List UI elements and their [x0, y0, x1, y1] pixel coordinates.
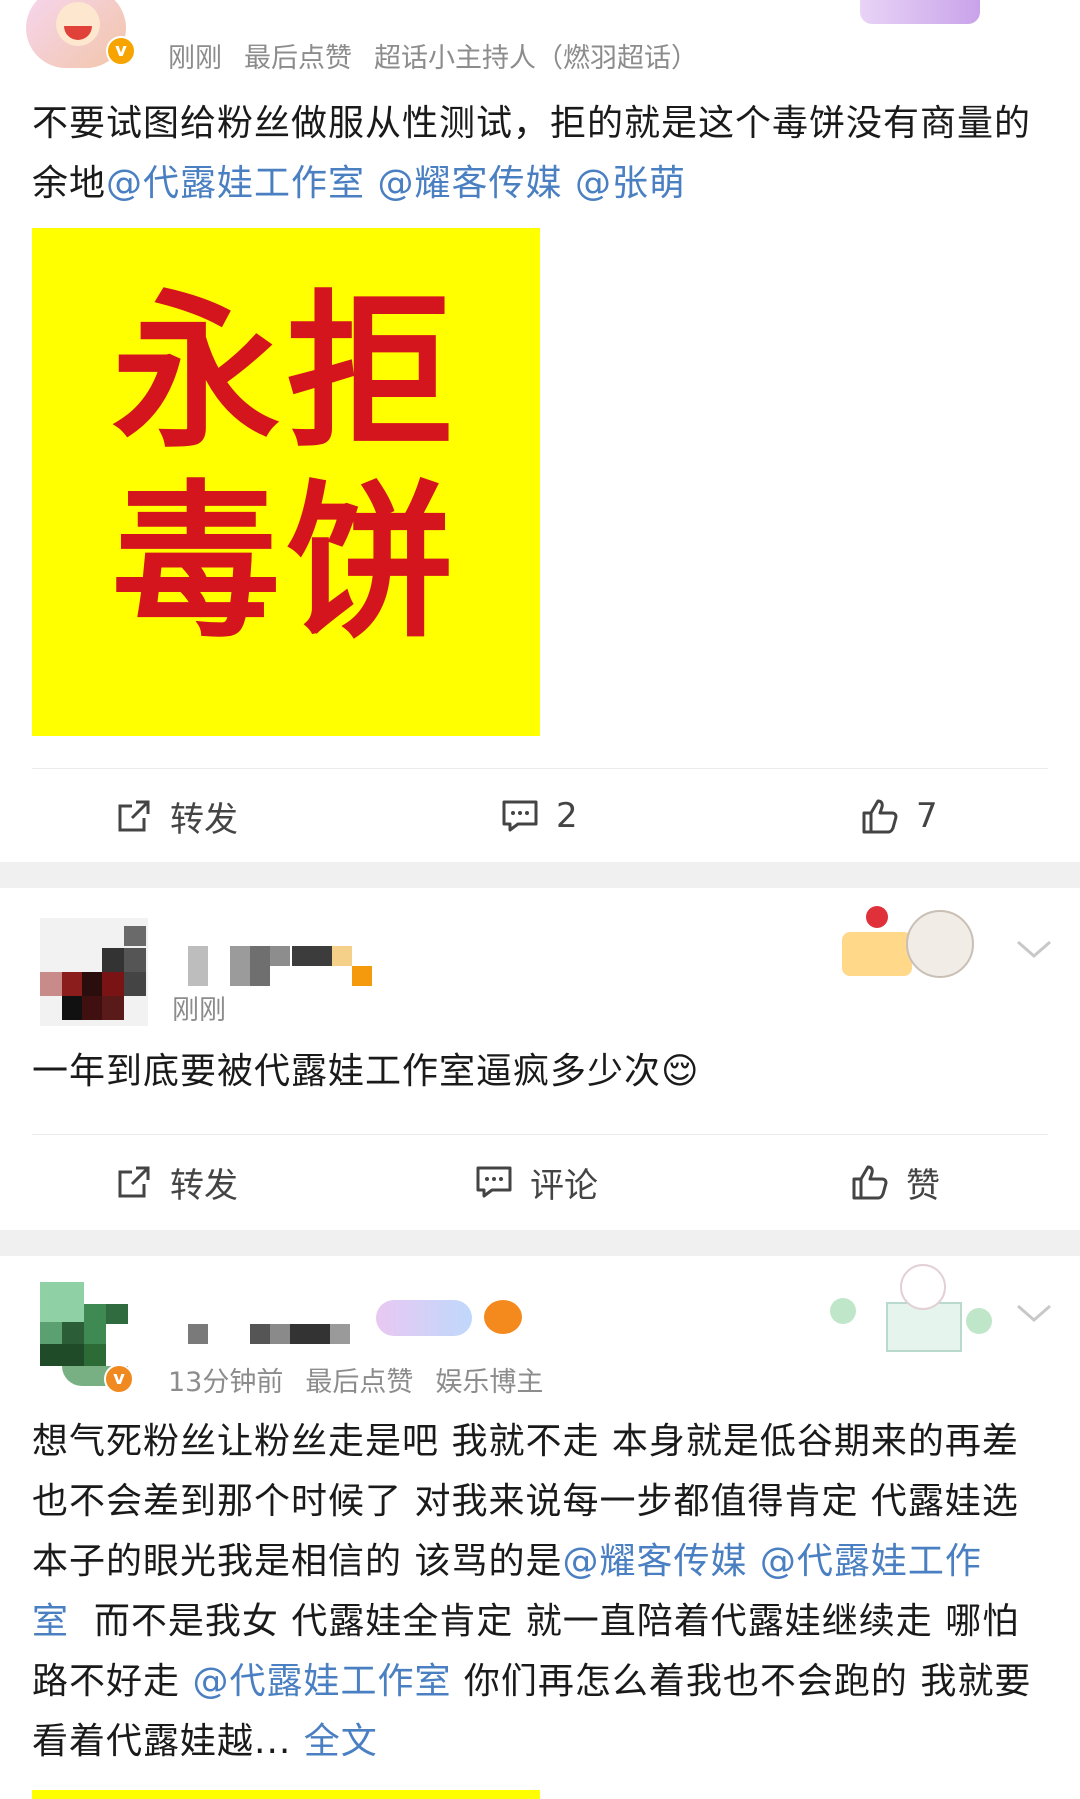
mention-link[interactable]: @耀客传媒 [377, 163, 562, 204]
like-count: 7 [916, 796, 938, 836]
repost-button[interactable]: 转发 [114, 776, 238, 856]
post-image-preview[interactable] [32, 1790, 540, 1799]
mention-link[interactable]: @耀客传媒 [562, 1541, 747, 1582]
post-text: 不要试图给粉丝做服从性测试，拒的就是这个毒饼没有商量的余地@代露娃工作室 @耀客… [32, 94, 1042, 214]
comment-count: 2 [556, 796, 578, 836]
repost-icon [118, 800, 150, 832]
post-3: v 13分钟前 最后点赞 娱乐博主 想气死粉丝让粉丝走是吧 我就不走 本身就是低谷期… [0, 1256, 1080, 1799]
post-meta: 13分钟前 最后点赞 娱乐博主 [168, 1360, 565, 1399]
post-actions: 转发 评论 赞 [0, 1142, 1080, 1222]
post-image[interactable]: 永拒 毒饼 [32, 228, 540, 736]
comment-icon [502, 800, 538, 832]
comment-label: 评论 [530, 1165, 598, 1206]
chevron-down-icon[interactable] [1016, 938, 1052, 962]
post-actions: 转发 2 7 [0, 776, 1080, 856]
like-label: 赞 [906, 1165, 940, 1206]
divider [32, 768, 1048, 769]
comment-button[interactable]: 评论 [474, 1142, 598, 1222]
repost-button[interactable]: 转发 [114, 1142, 238, 1222]
post-meta: 刚刚 最后点赞 超话小主持人（燃羽超话） [168, 36, 720, 75]
last-liked-label: 最后点赞 [305, 1367, 414, 1398]
fish-badge-icon [484, 1300, 522, 1334]
user-role: 超话小主持人（燃羽超话） [374, 43, 698, 74]
post-time: 刚刚 [172, 995, 226, 1026]
thumbs-up-icon [862, 799, 898, 834]
like-button[interactable]: 赞 [850, 1142, 940, 1222]
post-text: 想气死粉丝让粉丝走是吧 我就不走 本身就是低谷期来的再差也不会差到那个时候了 对… [32, 1412, 1042, 1772]
user-role: 娱乐博主 [435, 1367, 544, 1398]
post-meta: 刚刚 [172, 988, 248, 1027]
post-separator [0, 862, 1080, 888]
divider [32, 1134, 1048, 1135]
username[interactable] [188, 946, 378, 986]
expand-full-text-link[interactable]: 全文 [304, 1721, 378, 1762]
comment-button[interactable]: 2 [500, 776, 578, 856]
decorative-sticker [860, 0, 980, 24]
post-time: 刚刚 [168, 43, 222, 74]
mention-link[interactable]: @代露娃工作室 [106, 163, 365, 204]
mention-link[interactable]: @代露娃工作室 [192, 1661, 451, 1702]
post-1: v 刚刚 最后点赞 超话小主持人（燃羽超话） 不要试图给粉丝做服从性测试，拒的就是这… [0, 0, 1080, 862]
emoji: 😌 [661, 1051, 700, 1092]
post-text-plain: 一年到底要被代露娃工作室逼疯多少次 [32, 1051, 662, 1092]
last-liked-label: 最后点赞 [244, 43, 352, 74]
username[interactable] [188, 1318, 368, 1344]
decorative-sticker [826, 1258, 996, 1358]
repost-label: 转发 [170, 799, 238, 840]
post-separator [0, 1230, 1080, 1256]
post-text: 一年到底要被代露娃工作室逼疯多少次😌 [32, 1042, 1042, 1102]
avatar[interactable] [40, 918, 148, 1026]
repost-label: 转发 [170, 1165, 238, 1206]
chevron-down-icon[interactable] [1016, 1302, 1052, 1326]
post-2: 刚刚 一年到底要被代露娃工作室逼疯多少次😌 转发 评论 赞 [0, 888, 1080, 1230]
verified-badge-icon: v [106, 36, 136, 66]
fan-level-badge [376, 1300, 472, 1336]
mention-link[interactable]: @张萌 [575, 163, 686, 204]
decorative-sticker [836, 892, 986, 988]
verified-badge-icon: v [104, 1364, 134, 1394]
comment-icon [476, 1166, 512, 1198]
poster-line-2: 毒饼 [112, 465, 460, 661]
poster-line-1: 永拒 [112, 275, 460, 471]
post-time: 13分钟前 [168, 1367, 284, 1398]
like-button[interactable]: 7 [860, 776, 938, 856]
thumbs-up-icon [852, 1165, 888, 1200]
repost-icon [118, 1166, 150, 1198]
